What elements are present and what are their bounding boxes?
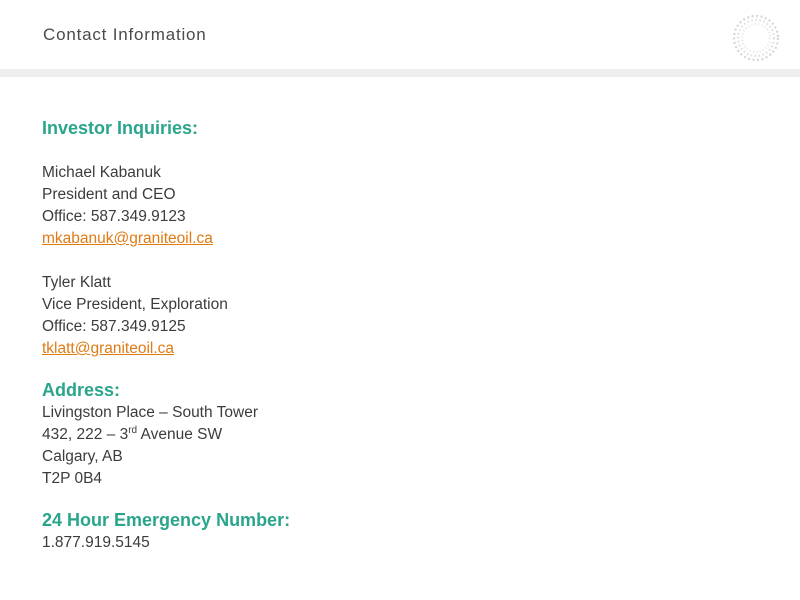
logo-icon bbox=[728, 10, 784, 66]
header-divider bbox=[0, 69, 800, 77]
contact-card-klatt: Tyler Klatt Vice President, Exploration … bbox=[42, 272, 742, 360]
address-line-1: Livingston Place – South Tower bbox=[42, 404, 258, 421]
contact-email-link[interactable]: mkabanuk@graniteoil.ca bbox=[42, 230, 213, 247]
address-line-3: Calgary, AB bbox=[42, 448, 123, 465]
investor-inquiries-heading: Investor Inquiries: bbox=[42, 118, 199, 138]
emergency-number: 1.877.919.5145 bbox=[42, 534, 150, 551]
logo-ring-icon bbox=[732, 14, 780, 62]
address-line-2: 432, 222 – 3rd Avenue SW bbox=[42, 424, 223, 443]
address-heading: Address: bbox=[42, 380, 121, 400]
contact-card-kabanuk: Michael Kabanuk President and CEO Office… bbox=[42, 162, 742, 250]
page-title: Contact Information bbox=[43, 25, 207, 44]
contact-office-phone: Office: 587.349.9125 bbox=[42, 318, 186, 335]
contact-name: Michael Kabanuk bbox=[42, 164, 161, 181]
contact-office-phone: Office: 587.349.9123 bbox=[42, 208, 186, 225]
contact-title: Vice President, Exploration bbox=[42, 296, 228, 313]
contact-content: Investor Inquiries: Michael Kabanuk Pres… bbox=[42, 116, 742, 554]
contact-title: President and CEO bbox=[42, 186, 176, 203]
contact-email-link[interactable]: tklatt@graniteoil.ca bbox=[42, 340, 174, 357]
emergency-heading: 24 Hour Emergency Number: bbox=[42, 510, 291, 530]
address-block: Livingston Place – South Tower 432, 222 … bbox=[42, 402, 742, 490]
address-line-4: T2P 0B4 bbox=[42, 470, 103, 487]
contact-name: Tyler Klatt bbox=[42, 274, 111, 291]
